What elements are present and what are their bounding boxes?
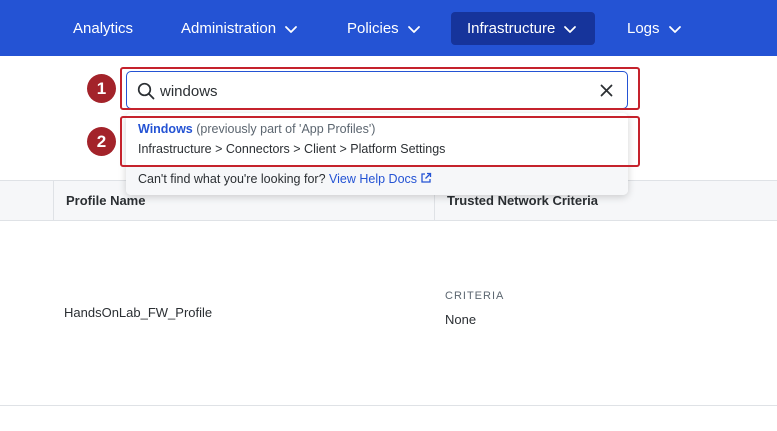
chevron-down-icon — [285, 25, 297, 33]
nav-item-policies[interactable]: Policies — [331, 12, 437, 45]
annotation-badge-1: 1 — [87, 74, 116, 103]
nav-item-infrastructure[interactable]: Infrastructure — [451, 12, 595, 45]
help-link-label: View Help Docs — [329, 172, 418, 186]
nav-item-label: Logs — [627, 20, 660, 37]
profile-name-cell[interactable]: HandsOnLab_FW_Profile — [64, 305, 212, 320]
criteria-value: None — [445, 312, 477, 327]
help-text: Can't find what you're looking for? — [138, 172, 326, 186]
chevron-down-icon — [407, 25, 420, 33]
annotation-badge-2: 2 — [87, 127, 116, 156]
nav-item-logs[interactable]: Logs — [611, 12, 698, 45]
nav-item-administration[interactable]: Administration — [165, 12, 314, 45]
external-link-icon — [421, 172, 432, 183]
criteria-label: CRITERIA — [445, 290, 505, 302]
chevron-down-icon — [668, 25, 681, 33]
nav-item-analytics[interactable]: Analytics — [57, 12, 149, 45]
nav-item-label: Administration — [181, 20, 277, 37]
annotation-box-2 — [120, 116, 640, 167]
chevron-down-icon — [564, 25, 577, 33]
nav-item-label: Policies — [347, 20, 399, 37]
view-help-docs-link[interactable]: View Help Docs — [329, 172, 432, 186]
top-navigation-bar: Analytics Administration Policies Infras… — [0, 0, 777, 56]
row-divider — [0, 405, 777, 406]
column-header-profile-name[interactable]: Profile Name — [66, 193, 145, 208]
annotation-box-1 — [120, 67, 640, 110]
nav-item-label: Analytics — [73, 20, 134, 37]
column-divider — [53, 181, 54, 220]
column-header-trusted-network-criteria[interactable]: Trusted Network Criteria — [447, 193, 598, 208]
nav-item-label: Infrastructure — [467, 20, 556, 37]
help-footer: Can't find what you're looking for? View… — [126, 165, 628, 195]
